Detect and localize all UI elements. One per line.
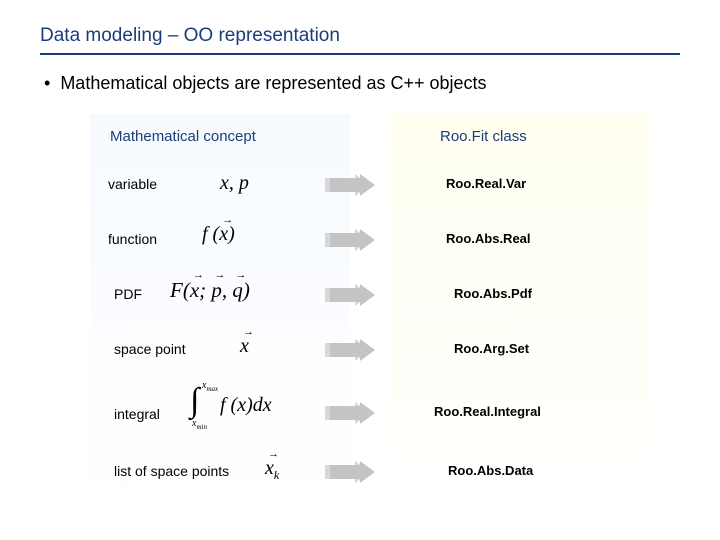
math-function: f (→x) (202, 223, 235, 246)
math-pdf: F(→x; →p, →q) (170, 278, 250, 303)
label-variable: variable (108, 176, 157, 192)
row-integral: integral ∫ xmax xmin f (x)dx Roo.Real.In… (90, 392, 650, 452)
class-integral: Roo.Real.Integral (434, 404, 541, 419)
arrow-icon (325, 339, 375, 361)
arrow-icon (325, 229, 375, 251)
bullet-item: • Mathematical objects are represented a… (44, 73, 680, 94)
label-spacepoint: space point (114, 341, 186, 357)
math-spacepoint: →x (240, 335, 249, 358)
class-listpoints: Roo.Abs.Data (448, 463, 533, 478)
label-integral: integral (114, 406, 160, 422)
bullet-text: Mathematical objects are represented as … (60, 73, 486, 94)
header-math-concept: Mathematical concept (110, 128, 256, 145)
label-function: function (108, 231, 157, 247)
math-variable: x, p (220, 172, 249, 195)
row-variable: variable x, p Roo.Real.Var (90, 172, 650, 222)
arrow-icon (325, 174, 375, 196)
arrow-icon (325, 461, 375, 483)
class-function: Roo.Abs.Real (446, 231, 531, 246)
label-listpoints: list of space points (114, 463, 229, 479)
row-function: function f (→x) Roo.Abs.Real (90, 227, 650, 277)
bullet-dot: • (44, 73, 50, 94)
row-pdf: PDF F(→x; →p, →q) Roo.Abs.Pdf (90, 282, 650, 332)
row-listpoints: list of space points →xk Roo.Abs.Data (90, 459, 650, 509)
math-listpoints: →xk (265, 457, 279, 483)
class-variable: Roo.Real.Var (446, 176, 526, 191)
label-pdf: PDF (114, 286, 142, 302)
class-pdf: Roo.Abs.Pdf (454, 286, 532, 301)
slide-title: Data modeling – OO representation (40, 25, 680, 55)
arrow-icon (325, 402, 375, 424)
arrow-icon (325, 284, 375, 306)
row-spacepoint: space point →x Roo.Arg.Set (90, 337, 650, 387)
class-spacepoint: Roo.Arg.Set (454, 341, 529, 356)
header-roofit-class: Roo.Fit class (440, 128, 527, 145)
